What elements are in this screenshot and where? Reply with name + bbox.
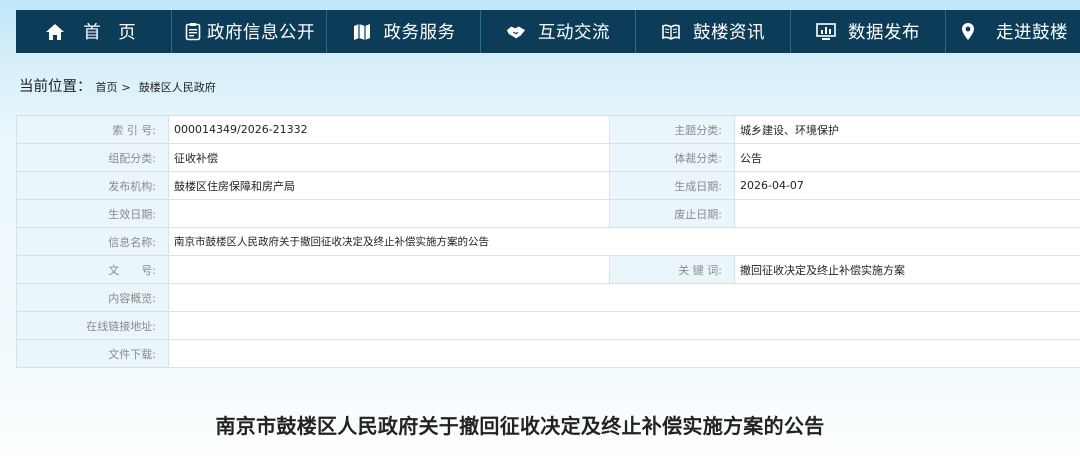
meta-key-info-name: 信息名称:: [16, 227, 169, 256]
meta-value-doc-number: [168, 255, 610, 284]
meta-row-info-name: 信息名称: 南京市鼓楼区人民政府关于撤回征收决定及终止补偿实施方案的公告: [16, 227, 1080, 256]
meta-value-expiry-date: [734, 199, 1080, 228]
nav-item-home[interactable]: 首 页: [16, 10, 172, 53]
breadcrumb-link-district-gov[interactable]: 鼓楼区人民政府: [139, 79, 216, 95]
meta-row-publisher: 发布机构: 鼓楼区住房保障和房产局 生成日期: 2026-04-07: [16, 171, 1080, 200]
location-pin-icon: [958, 22, 978, 42]
meta-row-summary: 内容概览:: [16, 283, 1080, 312]
handshake-icon: [506, 22, 526, 42]
main-nav: 首 页 政府信息公开 政务服务 互动交流 鼓楼资讯 数据发布 走进鼓楼: [16, 10, 1080, 53]
breadcrumb-separator: >: [121, 81, 131, 94]
breadcrumb-link-home[interactable]: 首页: [96, 79, 118, 95]
meta-value-file-download[interactable]: [168, 339, 1080, 368]
meta-key-effective-date: 生效日期:: [16, 199, 169, 228]
meta-value-publisher: 鼓楼区住房保障和房产局: [168, 171, 610, 200]
meta-value-effective-date: [168, 199, 610, 228]
meta-key-topic: 主题分类:: [609, 115, 735, 144]
meta-key-created-date: 生成日期:: [609, 171, 735, 200]
nav-item-data[interactable]: 数据发布: [791, 10, 946, 53]
meta-value-genre: 公告: [734, 143, 1080, 172]
nav-item-about[interactable]: 走进鼓楼: [946, 10, 1080, 53]
breadcrumb-label: 当前位置：: [19, 79, 92, 95]
meta-key-keywords: 关 键 词:: [609, 255, 735, 284]
meta-row-link: 在线链接地址:: [16, 311, 1080, 340]
meta-value-created-date: 2026-04-07: [734, 171, 1080, 200]
meta-key-category: 组配分类:: [16, 143, 169, 172]
nav-item-label: 政府信息公开: [207, 23, 315, 43]
home-icon: [45, 22, 65, 42]
meta-row-effective: 生效日期: 废止日期:: [16, 199, 1080, 228]
meta-value-online-link[interactable]: [168, 311, 1080, 340]
meta-key-file-download: 文件下载:: [16, 339, 169, 368]
meta-row-doc-number: 文 号: 关 键 词: 撤回征收决定及终止补偿实施方案: [16, 255, 1080, 284]
book-icon: [661, 22, 681, 42]
nav-item-label: 数据发布: [848, 23, 920, 43]
meta-row-index: 索 引 号: 000014349/2026-21332 主题分类: 城乡建设、环…: [16, 115, 1080, 144]
page: 首 页 政府信息公开 政务服务 互动交流 鼓楼资讯 数据发布 走进鼓楼 当前位置…: [0, 0, 1080, 466]
meta-value-topic: 城乡建设、环境保护: [734, 115, 1080, 144]
meta-value-keywords: 撤回征收决定及终止补偿实施方案: [734, 255, 1080, 284]
meta-value-summary: [168, 283, 1080, 312]
meta-key-index-number: 索 引 号:: [16, 115, 169, 144]
clipboard-icon: [183, 22, 203, 42]
meta-key-publisher: 发布机构:: [16, 171, 169, 200]
nav-item-services[interactable]: 政务服务: [327, 10, 481, 53]
meta-key-online-link: 在线链接地址:: [16, 311, 169, 340]
nav-item-label: 鼓楼资讯: [693, 23, 765, 43]
meta-row-download: 文件下载:: [16, 339, 1080, 368]
nav-item-news[interactable]: 鼓楼资讯: [636, 10, 791, 53]
meta-key-doc-number: 文 号:: [16, 255, 169, 284]
meta-key-genre: 体裁分类:: [609, 143, 735, 172]
meta-key-expiry-date: 废止日期:: [609, 199, 735, 228]
article-title: 南京市鼓楼区人民政府关于撤回征收决定及终止补偿实施方案的公告: [215, 414, 825, 438]
nav-item-label: 政务服务: [383, 23, 456, 43]
nav-item-label: 首 页: [83, 23, 142, 43]
map-icon: [352, 22, 372, 42]
nav-item-label: 互动交流: [538, 23, 610, 43]
nav-item-interaction[interactable]: 互动交流: [481, 10, 636, 53]
nav-item-gov-info[interactable]: 政府信息公开: [172, 10, 327, 53]
nav-item-label: 走进鼓楼: [996, 23, 1068, 43]
meta-value-index-number: 000014349/2026-21332: [168, 115, 610, 144]
meta-row-category: 组配分类: 征收补偿 体裁分类: 公告: [16, 143, 1080, 172]
meta-value-info-name: 南京市鼓楼区人民政府关于撤回征收决定及终止补偿实施方案的公告: [168, 227, 1080, 256]
meta-key-summary: 内容概览:: [16, 283, 169, 312]
monitor-chart-icon: [816, 22, 836, 42]
breadcrumb: 当前位置： 首页 > 鼓楼区人民政府: [19, 75, 216, 95]
document-metadata-table: 索 引 号: 000014349/2026-21332 主题分类: 城乡建设、环…: [16, 115, 1080, 368]
meta-value-category: 征收补偿: [168, 143, 610, 172]
